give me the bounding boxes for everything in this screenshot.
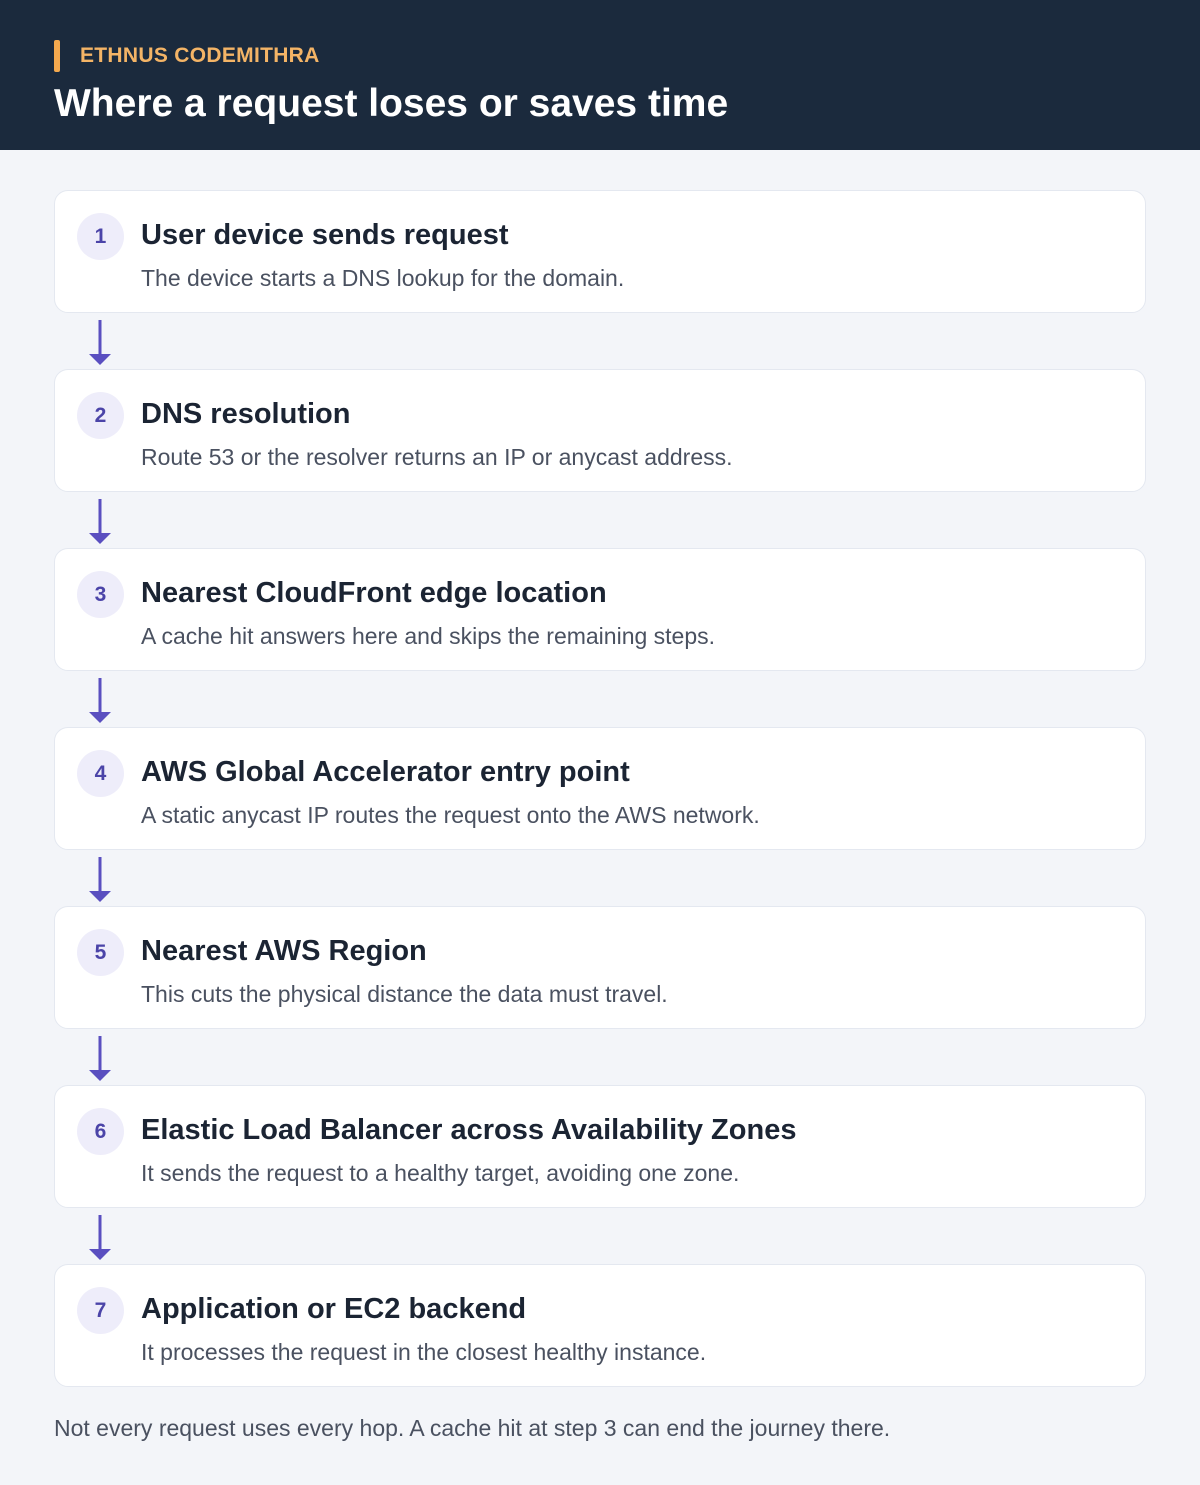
step-number-badge: 3	[77, 571, 124, 618]
step-title: User device sends request	[141, 219, 509, 251]
down-arrow-icon	[89, 1215, 111, 1260]
step-description: A static anycast IP routes the request o…	[141, 802, 760, 828]
down-arrow-icon	[89, 678, 111, 723]
steps-flow: 1 User device sends request The device s…	[0, 0, 1200, 1485]
step-description: It sends the request to a healthy target…	[141, 1160, 740, 1186]
step-card: 1 User device sends request The device s…	[54, 190, 1146, 313]
step-card: 2 DNS resolution Route 53 or the resolve…	[54, 369, 1146, 492]
step-card: 5 Nearest AWS Region This cuts the physi…	[54, 906, 1146, 1029]
footer-note: Not every request uses every hop. A cach…	[54, 1415, 891, 1441]
step-card: 7 Application or EC2 backend It processe…	[54, 1264, 1146, 1387]
step-number-badge: 1	[77, 213, 124, 260]
step-number-badge: 6	[77, 1108, 124, 1155]
step-title: Application or EC2 backend	[141, 1293, 527, 1325]
step-number-badge: 2	[77, 392, 124, 439]
down-arrow-icon	[89, 499, 111, 544]
step-card: 3 Nearest CloudFront edge location A cac…	[54, 548, 1146, 671]
down-arrow-icon	[89, 1036, 111, 1081]
step-description: A cache hit answers here and skips the r…	[141, 623, 716, 649]
step-number-badge: 5	[77, 929, 124, 976]
step-number-badge: 7	[77, 1287, 124, 1334]
step-card: 6 Elastic Load Balancer across Availabil…	[54, 1085, 1146, 1208]
down-arrow-icon	[89, 857, 111, 902]
step-description: Route 53 or the resolver returns an IP o…	[141, 444, 733, 470]
step-description: The device starts a DNS lookup for the d…	[141, 265, 625, 291]
down-arrow-icon	[89, 320, 111, 365]
step-description: It processes the request in the closest …	[141, 1339, 707, 1365]
step-title: DNS resolution	[141, 398, 351, 430]
step-description: This cuts the physical distance the data…	[141, 981, 668, 1007]
step-number-badge: 4	[77, 750, 124, 797]
step-title: Elastic Load Balancer across Availabilit…	[141, 1114, 797, 1146]
step-title: AWS Global Accelerator entry point	[141, 756, 630, 788]
step-title: Nearest AWS Region	[141, 935, 427, 967]
step-title: Nearest CloudFront edge location	[141, 577, 607, 609]
step-card: 4 AWS Global Accelerator entry point A s…	[54, 727, 1146, 850]
